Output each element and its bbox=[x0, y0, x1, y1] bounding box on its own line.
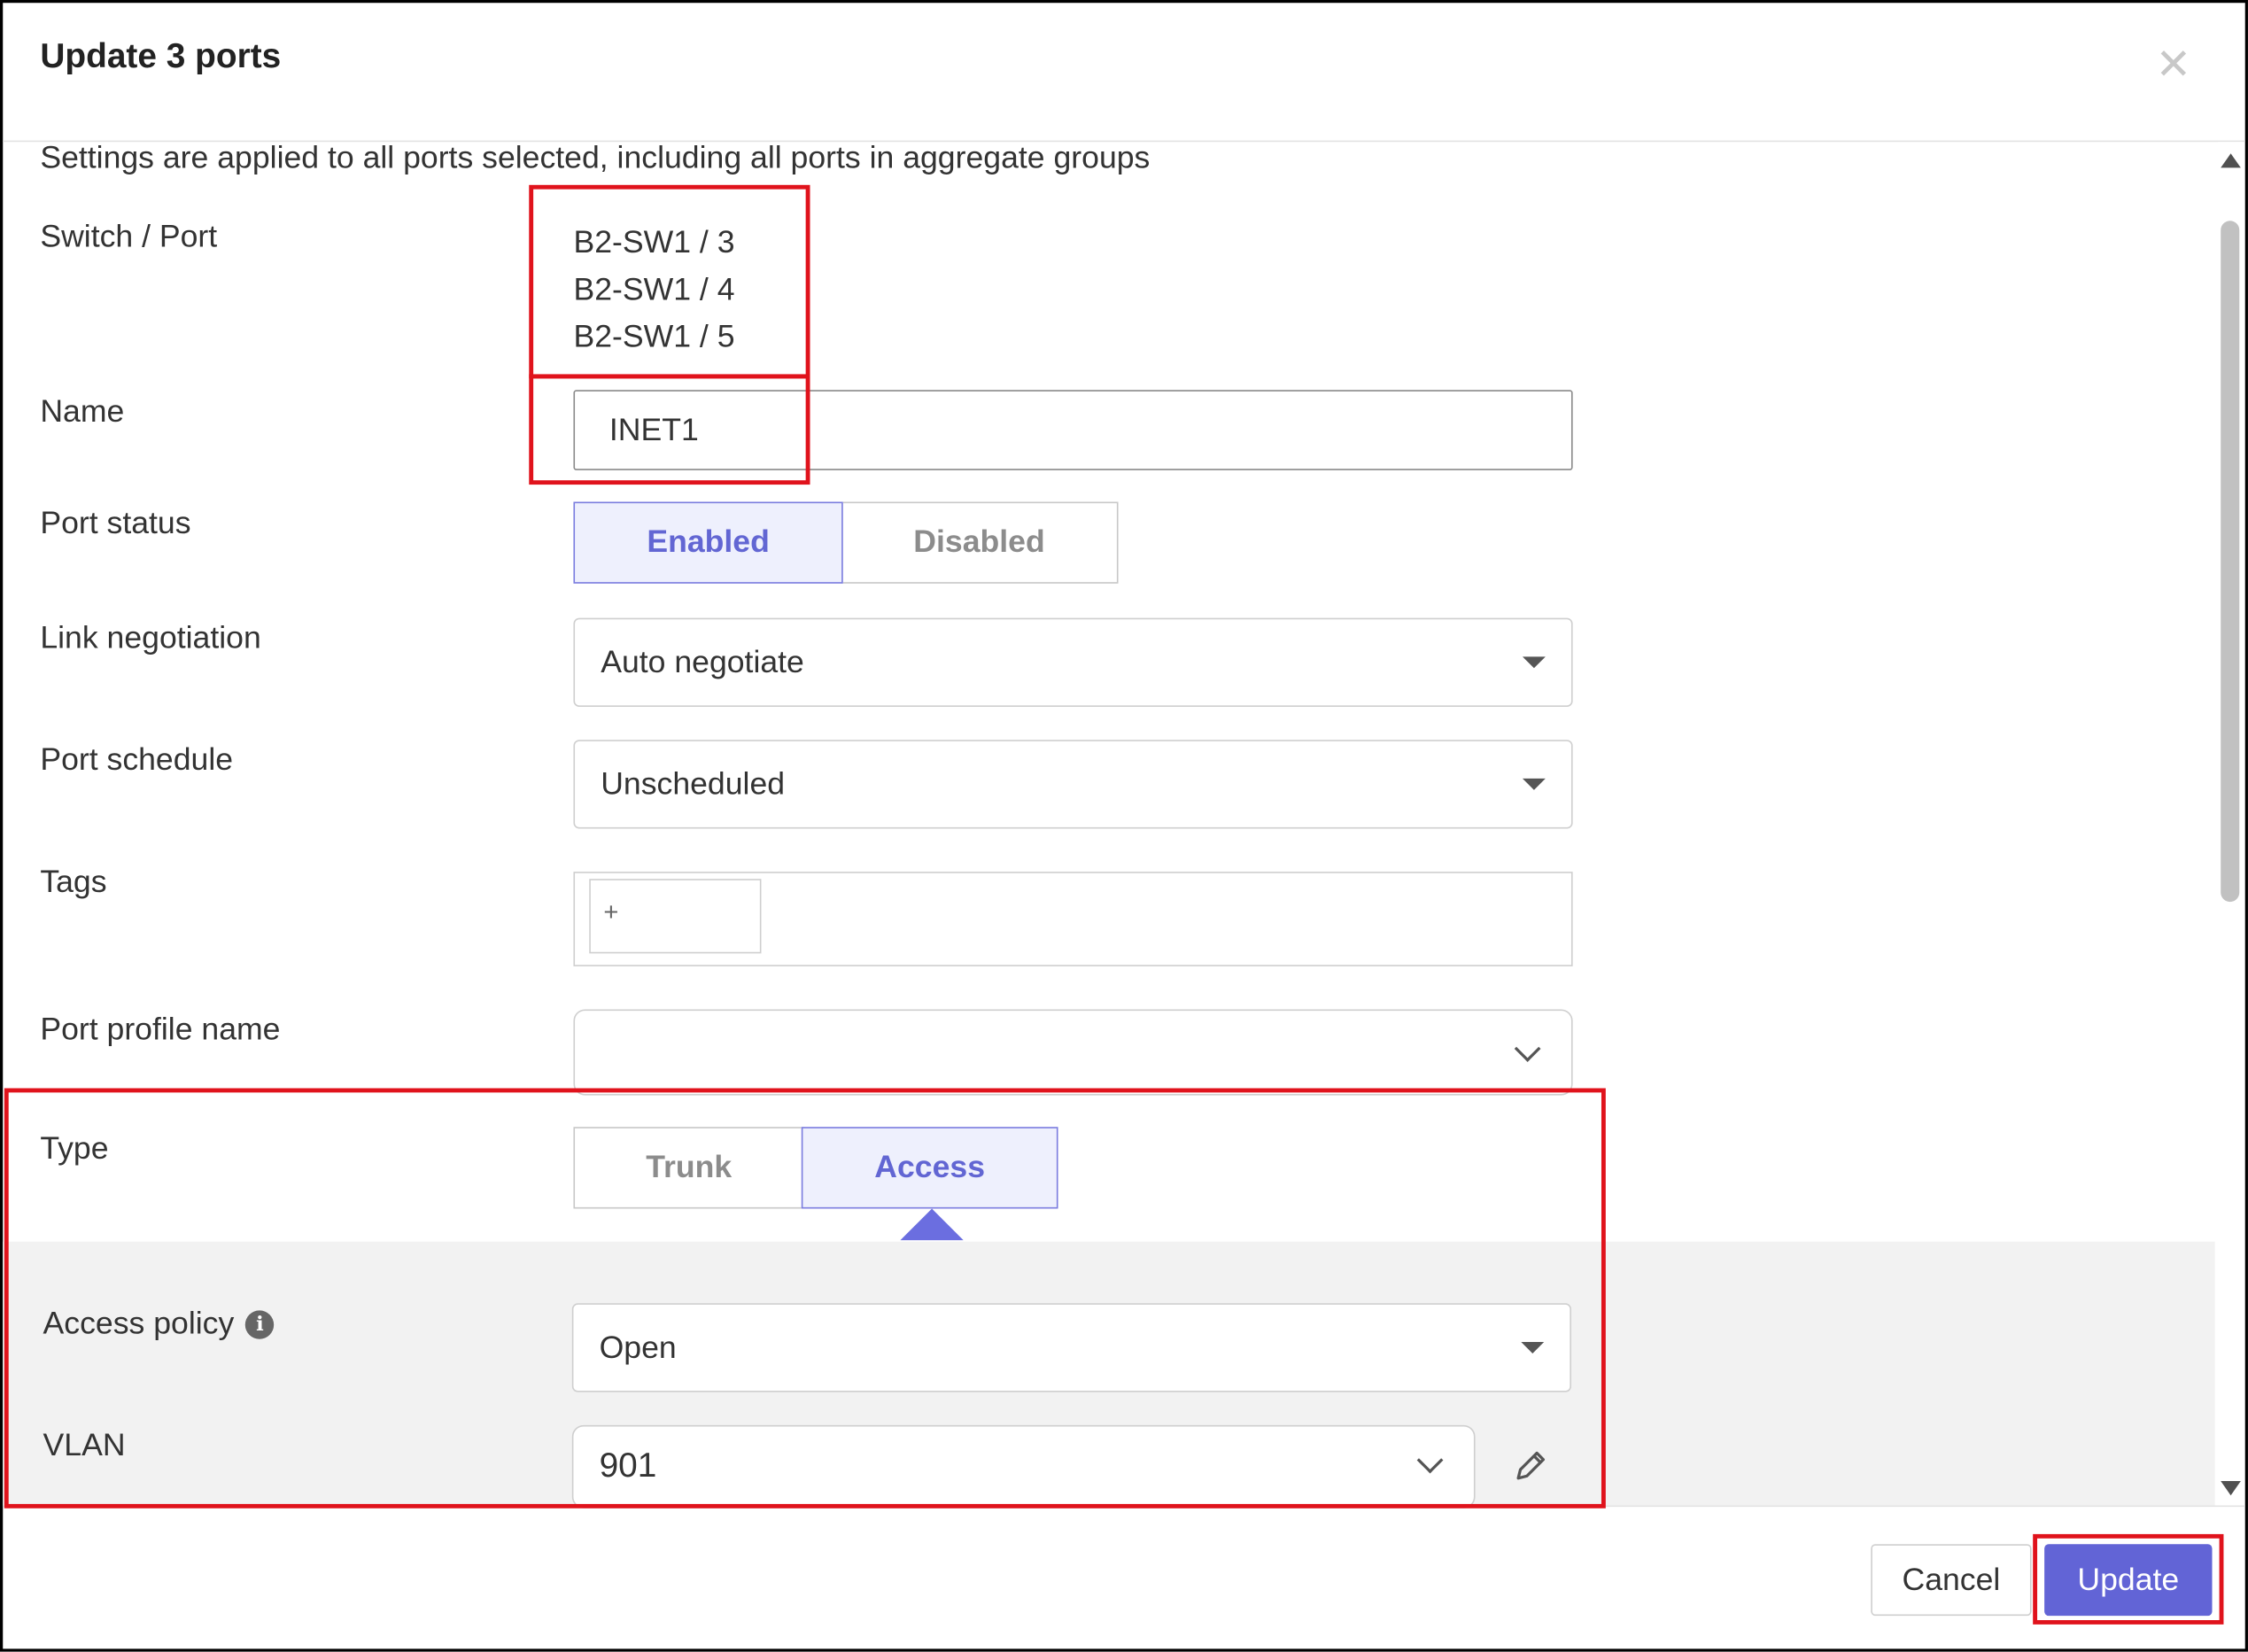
scroll-up-icon[interactable] bbox=[2221, 153, 2241, 168]
chevron-down-icon bbox=[1416, 1446, 1444, 1474]
add-tag-button[interactable]: + bbox=[589, 879, 762, 954]
cancel-button[interactable]: Cancel bbox=[1871, 1544, 2032, 1617]
access-policy-value: Open bbox=[599, 1329, 677, 1365]
name-label: Name bbox=[40, 392, 125, 429]
close-icon[interactable]: ✕ bbox=[2151, 43, 2197, 89]
switch-port-item: B2-SW1 / 5 bbox=[573, 318, 735, 354]
port-schedule-select[interactable]: Unscheduled bbox=[573, 740, 1573, 829]
port-status-enabled-button[interactable]: Enabled bbox=[573, 501, 843, 584]
vlan-select[interactable]: 901 bbox=[571, 1424, 1476, 1509]
port-schedule-label: Port schedule bbox=[40, 741, 234, 778]
chevron-down-icon bbox=[1514, 1035, 1541, 1062]
caret-down-icon bbox=[1522, 656, 1546, 669]
port-schedule-value: Unscheduled bbox=[601, 765, 786, 802]
link-negotiation-label: Link negotiation bbox=[40, 619, 261, 655]
name-input[interactable]: INET1 bbox=[573, 390, 1573, 470]
caret-down-icon bbox=[1522, 778, 1546, 790]
link-negotiation-select[interactable]: Auto negotiate bbox=[573, 617, 1573, 707]
port-profile-name-select[interactable] bbox=[573, 1009, 1573, 1096]
type-trunk-button[interactable]: Trunk bbox=[573, 1127, 805, 1209]
type-access-button[interactable]: Access bbox=[801, 1127, 1058, 1209]
scrollbar-thumb[interactable] bbox=[2221, 221, 2240, 903]
link-negotiation-value: Auto negotiate bbox=[601, 643, 804, 680]
info-icon[interactable]: i bbox=[245, 1310, 275, 1339]
port-status-label: Port status bbox=[40, 504, 191, 541]
update-button[interactable]: Update bbox=[2044, 1544, 2213, 1617]
switch-port-item: B2-SW1 / 4 bbox=[573, 270, 735, 307]
access-policy-label-text: Access policy bbox=[43, 1304, 235, 1341]
port-status-disabled-button[interactable]: Disabled bbox=[840, 501, 1119, 584]
selection-pointer bbox=[900, 1208, 964, 1241]
vlan-value: 901 bbox=[599, 1446, 657, 1485]
pencil-icon[interactable] bbox=[1508, 1446, 1552, 1489]
scroll-down-icon[interactable] bbox=[2221, 1481, 2241, 1496]
switch-port-label: Switch / Port bbox=[40, 218, 218, 254]
port-profile-name-label: Port profile name bbox=[40, 1011, 281, 1047]
footer-divider bbox=[3, 1505, 2245, 1508]
dialog-title: Update 3 ports bbox=[40, 37, 282, 76]
access-policy-select[interactable]: Open bbox=[571, 1303, 1571, 1392]
switch-port-list: B2-SW1 / 3 B2-SW1 / 4 B2-SW1 / 5 bbox=[573, 218, 734, 360]
switch-port-item: B2-SW1 / 3 bbox=[573, 223, 735, 260]
type-label: Type bbox=[40, 1129, 109, 1166]
tags-label: Tags bbox=[40, 863, 107, 899]
access-policy-label: Access policy i bbox=[43, 1305, 275, 1342]
caret-down-icon bbox=[1521, 1342, 1545, 1353]
vlan-label: VLAN bbox=[43, 1426, 126, 1462]
intro-text: Settings are applied to all ports select… bbox=[40, 139, 1151, 175]
